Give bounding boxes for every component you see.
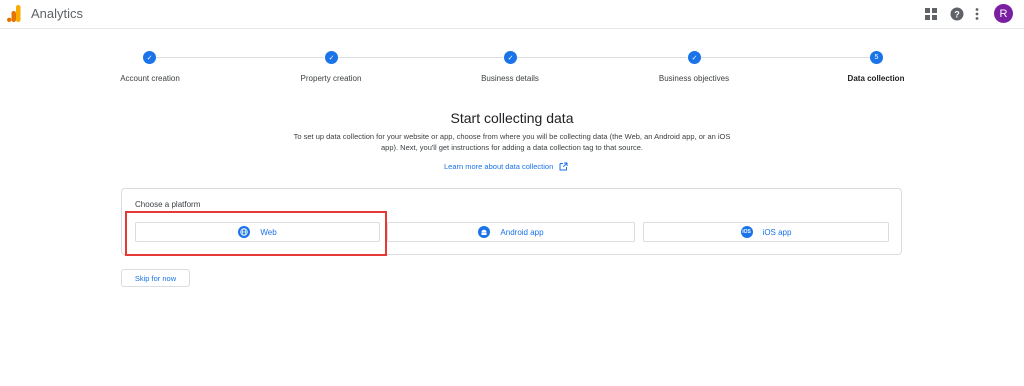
android-platform-label: Android app	[500, 227, 544, 237]
android-platform-button[interactable]: Android app	[387, 222, 635, 242]
progress-stepper: ✓ ✓ ✓ ✓ 5 Account creation Property crea…	[120, 48, 904, 88]
learn-more-link[interactable]: Learn more about data collection	[444, 162, 568, 171]
step-label-data-collection: Data collection	[847, 74, 905, 83]
external-link-icon	[559, 162, 568, 171]
platform-card: Choose a platform Web Android app iOS iO…	[121, 188, 902, 255]
step-connector	[701, 57, 871, 58]
step-label-business-objectives: Business objectives	[658, 74, 730, 83]
platform-heading: Choose a platform	[135, 200, 201, 209]
ios-platform-button[interactable]: iOS iOS app	[643, 222, 889, 242]
more-vert-icon[interactable]	[972, 6, 982, 22]
check-icon: ✓	[325, 51, 338, 64]
ios-platform-label: iOS app	[762, 227, 792, 237]
web-platform-label: Web	[260, 227, 277, 237]
avatar[interactable]: R	[994, 4, 1013, 23]
step-connector	[156, 57, 324, 58]
description: To set up data collection for your websi…	[293, 132, 731, 152]
app-title: Analytics	[31, 6, 84, 21]
step-connector	[338, 57, 503, 58]
learn-more-label: Learn more about data collection	[444, 162, 554, 171]
step-number: 5	[870, 51, 883, 64]
check-icon: ✓	[688, 51, 701, 64]
web-platform-button[interactable]: Web	[135, 222, 380, 242]
top-bar: Analytics ? R	[0, 0, 1024, 29]
page-title: Start collecting data	[450, 110, 574, 126]
globe-icon	[238, 226, 251, 238]
skip-button[interactable]: Skip for now	[121, 269, 190, 287]
ios-icon: iOS	[740, 226, 753, 238]
step-label-business-details: Business details	[481, 74, 539, 83]
svg-text:?: ?	[954, 9, 960, 19]
step-connector	[517, 57, 687, 58]
step-label-property-creation: Property creation	[300, 74, 362, 83]
analytics-logo[interactable]	[7, 5, 21, 22]
check-icon: ✓	[504, 51, 517, 64]
step-label-account-creation: Account creation	[120, 74, 180, 83]
apps-icon[interactable]	[924, 6, 938, 22]
help-icon[interactable]: ?	[949, 6, 965, 22]
android-icon	[478, 226, 491, 238]
check-icon: ✓	[143, 51, 156, 64]
